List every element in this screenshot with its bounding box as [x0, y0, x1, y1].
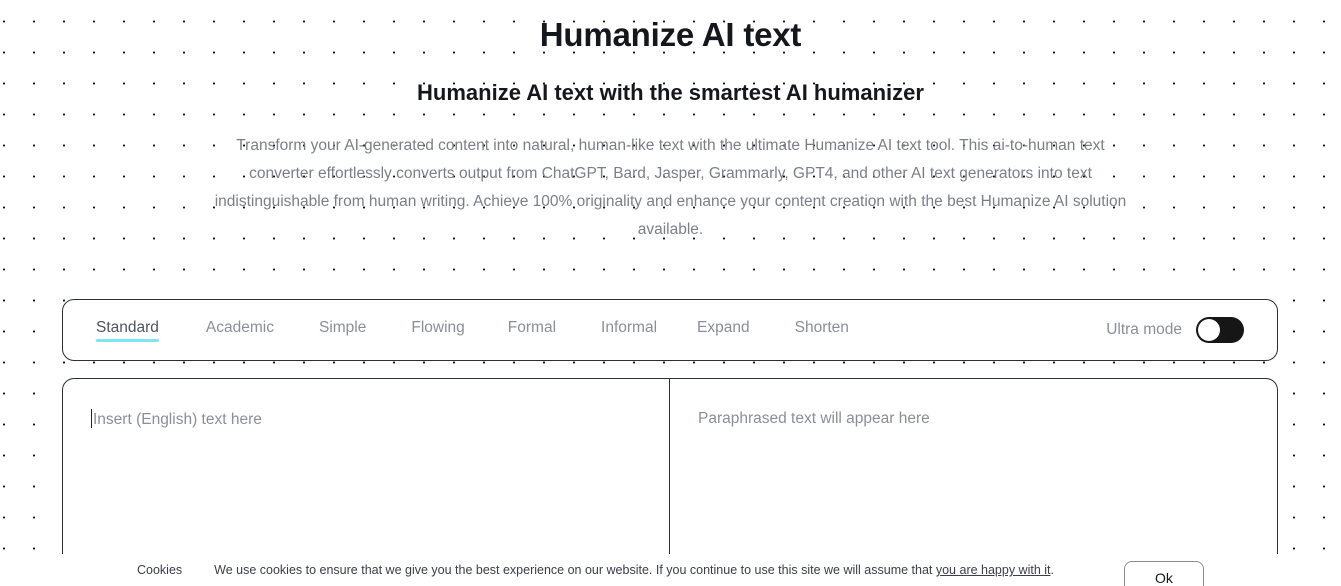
cookie-ok-button[interactable]: Ok: [1124, 561, 1204, 586]
cookie-message-before: We use cookies to ensure that we give yo…: [214, 563, 936, 577]
tab-academic[interactable]: Academic: [206, 319, 274, 342]
tab-flowing[interactable]: Flowing: [411, 319, 464, 342]
ultra-mode-label: Ultra mode: [1106, 321, 1182, 338]
ultra-mode-control: Ultra mode: [1106, 317, 1277, 343]
cookie-message: We use cookies to ensure that we give yo…: [214, 563, 1054, 577]
mode-bar: Standard Academic Simple Flowing Formal …: [62, 299, 1278, 361]
cookie-policy-link[interactable]: you are happy with it: [936, 563, 1051, 577]
input-placeholder: Insert (English) text here: [93, 411, 262, 428]
page-title: Humanize AI text: [539, 16, 802, 53]
tab-expand[interactable]: Expand: [697, 319, 750, 342]
cookie-label: Cookies: [136, 563, 183, 577]
tab-informal[interactable]: Informal: [601, 319, 657, 342]
text-caret-icon: [91, 409, 92, 428]
hero-section: Humanize AI text Humanize AI text with t…: [0, 0, 1341, 244]
tab-formal[interactable]: Formal: [508, 319, 556, 342]
tab-shorten[interactable]: Shorten: [795, 319, 849, 342]
page-subtitle: Humanize AI text with the smartest AI hu…: [417, 80, 924, 105]
output-placeholder: Paraphrased text will appear here: [698, 410, 930, 427]
tab-standard[interactable]: Standard: [96, 319, 159, 342]
cookie-message-after: .: [1050, 563, 1054, 577]
input-placeholder-row: Insert (English) text here: [91, 409, 669, 430]
page-description: Transform your AI-generated content into…: [214, 137, 1127, 238]
mode-tabs: Standard Academic Simple Flowing Formal …: [63, 319, 1106, 342]
toggle-knob-icon: [1198, 319, 1220, 341]
cookie-banner: Cookies We use cookies to ensure that we…: [0, 554, 1341, 586]
ultra-mode-toggle[interactable]: [1196, 317, 1244, 343]
tab-simple[interactable]: Simple: [319, 319, 366, 342]
page-root: Humanize AI text Humanize AI text with t…: [0, 0, 1341, 586]
